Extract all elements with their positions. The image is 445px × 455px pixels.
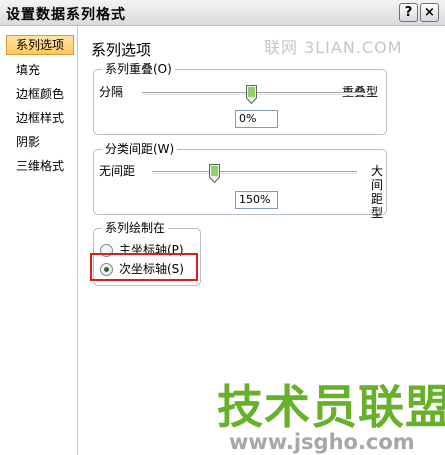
section-heading: 系列选项 [91,41,152,59]
gap-value-text: 150% [239,193,271,206]
overlap-value-text: 0% [239,112,257,125]
overlap-slider-thumb[interactable] [246,85,257,104]
sidebar-item-border-color[interactable]: 边框颜色 [6,84,74,104]
sidebar: 系列选项 填充 边框颜色 边框样式 阴影 三维格式 [0,27,78,455]
overlap-min-label: 分隔 [99,85,124,99]
help-icon: ? [404,5,413,20]
highlight-annotation-box [90,253,198,281]
sidebar-item-label: 阴影 [16,135,41,149]
gap-max-label: 大间距型 [371,164,384,220]
gap-slider-thumb[interactable] [209,164,220,183]
close-button[interactable]: × [420,3,439,22]
watermark-url: www.jsgho.com [229,430,415,454]
overlap-group: 系列重叠(O) 分隔 重叠型 0% [93,62,387,135]
gap-min-label: 无间距 [99,164,136,178]
sidebar-item-label: 边框样式 [16,111,65,125]
gap-legend: 分类间距(W) [102,142,178,156]
sidebar-item-fill[interactable]: 填充 [6,60,74,80]
sidebar-item-label: 填充 [16,63,41,77]
content-panel: 联网 3LIAN.COM 系列选项 系列重叠(O) 分隔 重叠型 0% 分类间距… [79,27,445,455]
sidebar-item-label: 系列选项 [16,38,65,52]
sidebar-item-label: 三维格式 [16,159,65,173]
close-icon: × [424,5,435,20]
watermark-logo: 技术员联盟 [217,380,445,434]
sidebar-item-shadow[interactable]: 阴影 [6,132,74,152]
title-bar: 设置数据系列格式 ? × [0,0,445,26]
sidebar-item-label: 边框颜色 [16,87,65,101]
window-title: 设置数据系列格式 [6,7,126,23]
gap-value-input[interactable]: 150% [235,191,278,209]
gap-group: 分类间距(W) 无间距 大间距型 150% [93,142,387,220]
sidebar-item-3d-format[interactable]: 三维格式 [6,156,74,176]
gap-slider-track[interactable] [152,171,357,174]
sidebar-item-border-style[interactable]: 边框样式 [6,108,74,128]
sidebar-item-series-options[interactable]: 系列选项 [6,35,74,55]
watermark-top-text: 联网 3LIAN.COM [264,38,403,57]
overlap-value-input[interactable]: 0% [235,110,278,128]
plot-on-legend: 系列绘制在 [102,221,169,235]
help-button[interactable]: ? [399,3,418,22]
overlap-legend: 系列重叠(O) [102,62,175,76]
